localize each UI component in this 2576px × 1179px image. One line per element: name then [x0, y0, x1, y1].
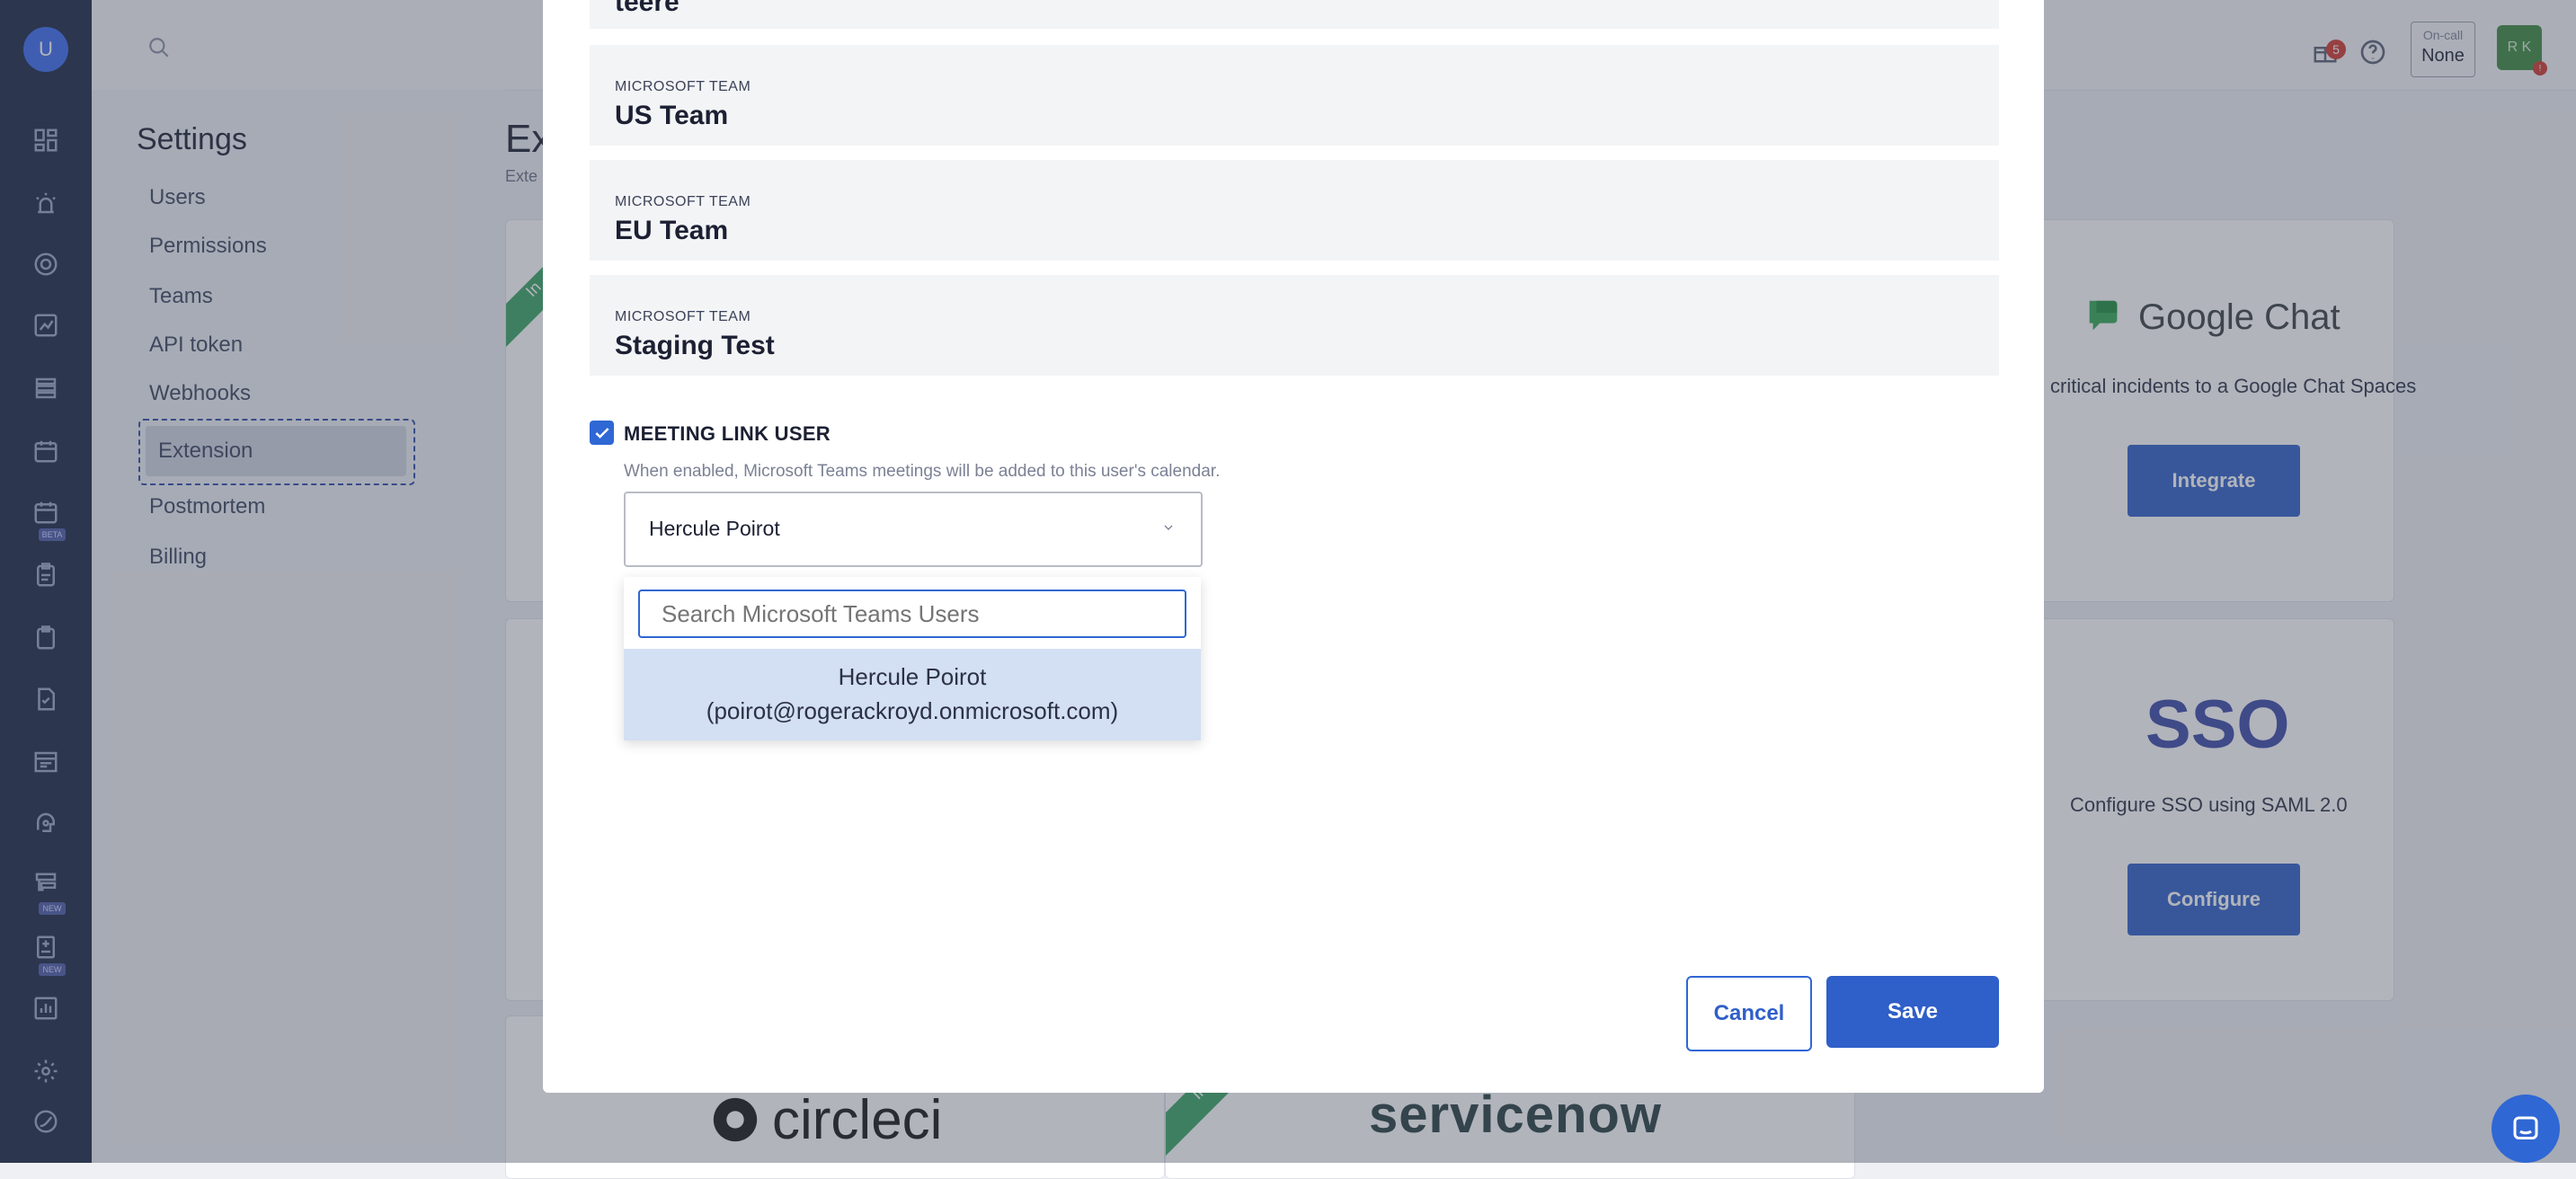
- team-name: EU Team: [615, 216, 729, 245]
- team-kind-label: MICROSOFT TEAM: [615, 79, 751, 94]
- user-dropdown-menu: Hercule Poirot (poirot@rogerackroyd.onmi…: [624, 577, 1201, 740]
- team-item-partial[interactable]: teere: [590, 0, 1999, 29]
- user-option-name: Hercule Poirot: [838, 663, 987, 690]
- team-item[interactable]: MICROSOFT TEAM US Team: [590, 45, 1999, 146]
- team-kind-label: MICROSOFT TEAM: [615, 309, 751, 324]
- cancel-button[interactable]: Cancel: [1686, 976, 1812, 1051]
- user-option[interactable]: Hercule Poirot (poirot@rogerackroyd.onmi…: [624, 649, 1201, 740]
- teams-integration-modal: teere MICROSOFT TEAM US Team MICROSOFT T…: [543, 0, 2044, 1093]
- meeting-user-select[interactable]: Hercule Poirot: [624, 492, 1203, 567]
- selected-user-value: Hercule Poirot: [649, 517, 780, 540]
- meeting-link-label: MEETING LINK USER: [624, 422, 831, 445]
- chevron-down-icon: [1161, 520, 1176, 539]
- meeting-link-checkbox[interactable]: [590, 421, 614, 445]
- meeting-link-help-text: When enabled, Microsoft Teams meetings w…: [624, 462, 1221, 481]
- team-item[interactable]: MICROSOFT TEAM EU Team: [590, 160, 1999, 261]
- user-search-wrapper: [638, 590, 1186, 638]
- checkmark-icon: [594, 427, 609, 439]
- team-item[interactable]: MICROSOFT TEAM Staging Test: [590, 275, 1999, 376]
- team-name: teere: [615, 0, 680, 17]
- chat-launcher-button[interactable]: [2492, 1095, 2560, 1163]
- team-name: Staging Test: [615, 331, 775, 360]
- team-kind-label: MICROSOFT TEAM: [615, 194, 751, 209]
- chat-icon: [2513, 1116, 2538, 1139]
- user-option-email: (poirot@rogerackroyd.onmicrosoft.com): [706, 697, 1119, 724]
- team-name: US Team: [615, 101, 729, 130]
- user-search-input[interactable]: [640, 591, 1185, 636]
- save-button[interactable]: Save: [1826, 976, 1999, 1048]
